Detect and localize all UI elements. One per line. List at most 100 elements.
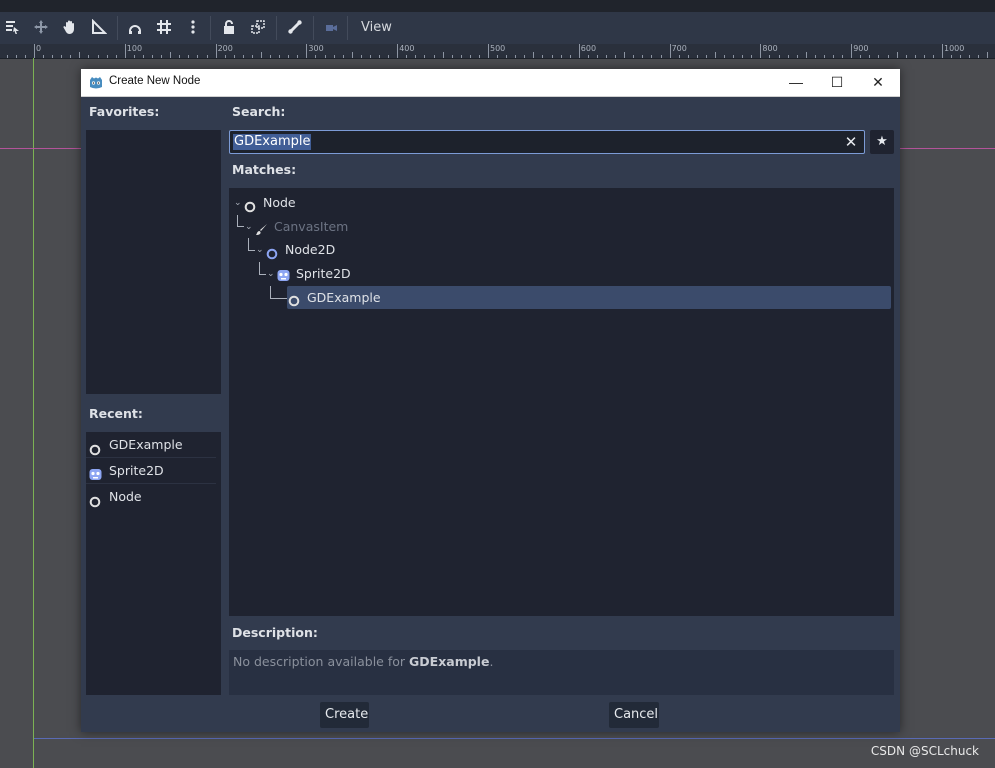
ruler-label: 100 (126, 44, 143, 53)
recent-item-sprite2d[interactable]: Sprite2D (86, 458, 216, 483)
ruler-tick (969, 55, 970, 58)
ruler-tick (261, 52, 262, 58)
ruler-label: 900 (853, 44, 869, 53)
ruler-tick (715, 52, 716, 58)
search-label: Search: (232, 104, 286, 119)
ruler-tick (379, 55, 380, 58)
ruler-tick (733, 55, 734, 58)
ruler-tick (615, 55, 616, 58)
lock-icon[interactable] (220, 19, 238, 37)
search-input[interactable]: GDExample ✕ (229, 130, 865, 154)
toolbar-separator (210, 16, 211, 40)
toolbar-separator (313, 16, 314, 40)
recent-item-gdexample[interactable]: GDExample (86, 432, 216, 457)
tree-item-label: Node2D (285, 242, 336, 257)
ruler-tick (697, 55, 698, 58)
ruler-tick (34, 44, 35, 58)
tree-item-label: GDExample (307, 290, 381, 305)
sprite2d-icon (277, 267, 290, 286)
recent-list[interactable]: GDExample Sprite2D Node (86, 432, 221, 695)
ruler-tick (797, 55, 798, 58)
bone-icon[interactable] (286, 19, 304, 37)
horizontal-ruler: 0 100 200 300 400 500 600 700 800 900 1000 (0, 44, 995, 59)
ruler-tick (452, 55, 453, 58)
node-circle-icon (244, 198, 256, 217)
node-circle-icon (89, 491, 101, 516)
y-axis-guide (33, 58, 34, 768)
ruler-label: 400 (399, 44, 415, 53)
ruler-tick (897, 52, 898, 58)
ruler-tick (751, 55, 752, 58)
ruler-tick (488, 44, 489, 58)
description-suffix: . (489, 654, 494, 669)
ruler-tick (415, 55, 416, 58)
favorite-star-icon[interactable]: ★ (870, 130, 894, 154)
tree-item-label: CanvasItem (274, 219, 349, 234)
create-button[interactable]: Create (320, 702, 369, 728)
brush-icon (255, 221, 268, 240)
ruler-tick (161, 55, 162, 58)
ruler-tick (533, 52, 534, 58)
tree-connector (270, 286, 287, 299)
ruler-tick (642, 55, 643, 58)
ruler-tick (397, 44, 398, 58)
select-list-icon[interactable] (3, 19, 21, 37)
ruler-tick (542, 55, 543, 58)
ruler-tick (769, 55, 770, 58)
pan-hand-icon[interactable] (61, 19, 79, 37)
ruler-tick (806, 52, 807, 58)
chevron-down-icon[interactable]: ⌄ (234, 192, 242, 214)
ruler-icon[interactable] (90, 18, 108, 37)
ruler-tick (152, 55, 153, 58)
ruler-tick (252, 55, 253, 58)
ruler-tick (570, 55, 571, 58)
smart-snap-icon[interactable] (126, 19, 144, 37)
ruler-tick (651, 55, 652, 58)
minimize-button[interactable]: — (776, 69, 816, 96)
ruler-tick (951, 55, 952, 58)
clear-search-icon[interactable]: ✕ (842, 132, 860, 152)
ruler-tick (288, 55, 289, 58)
create-new-node-dialog: Create New Node — ☐ ✕ Favorites: Recent:… (81, 69, 900, 732)
ruler-tick (234, 55, 235, 58)
chevron-down-icon[interactable]: ⌄ (256, 239, 264, 261)
ruler-tick (207, 55, 208, 58)
ruler-tick (661, 55, 662, 58)
close-button[interactable]: ✕ (858, 69, 898, 96)
camera-override-icon[interactable] (322, 19, 340, 37)
ruler-tick (70, 55, 71, 58)
ruler-tick (388, 55, 389, 58)
recent-item-node[interactable]: Node (86, 484, 216, 509)
ruler-label: 800 (762, 44, 778, 53)
ruler-tick (742, 55, 743, 58)
toolbar-separator (117, 16, 118, 40)
ruler-tick (434, 55, 435, 58)
description-text: No description available for GDExample. (233, 654, 493, 669)
favorites-list[interactable] (86, 130, 221, 394)
move-icon[interactable] (32, 19, 50, 37)
ruler-tick (860, 55, 861, 58)
group-icon[interactable] (249, 19, 267, 37)
chevron-down-icon[interactable]: ⌄ (245, 216, 253, 238)
matches-label: Matches: (232, 162, 297, 177)
view-menu-button[interactable]: View (353, 17, 400, 39)
ruler-tick (98, 55, 99, 58)
grid-snap-icon[interactable] (155, 19, 173, 37)
more-options-icon[interactable] (184, 19, 202, 37)
ruler-tick (116, 55, 117, 58)
ruler-tick (933, 55, 934, 58)
favorites-label: Favorites: (89, 104, 160, 119)
cancel-button[interactable]: Cancel (609, 702, 659, 728)
ruler-tick (679, 55, 680, 58)
ruler-tick (406, 55, 407, 58)
ruler-tick (824, 55, 825, 58)
ruler-tick (7, 55, 8, 58)
maximize-button[interactable]: ☐ (817, 69, 857, 96)
ruler-tick (788, 55, 789, 58)
godot-logo-icon (89, 75, 103, 89)
editor-top-strip (0, 0, 995, 12)
ruler-tick (924, 55, 925, 58)
ruler-tick (524, 55, 525, 58)
ruler-tick (869, 55, 870, 58)
chevron-down-icon[interactable]: ⌄ (267, 263, 275, 285)
